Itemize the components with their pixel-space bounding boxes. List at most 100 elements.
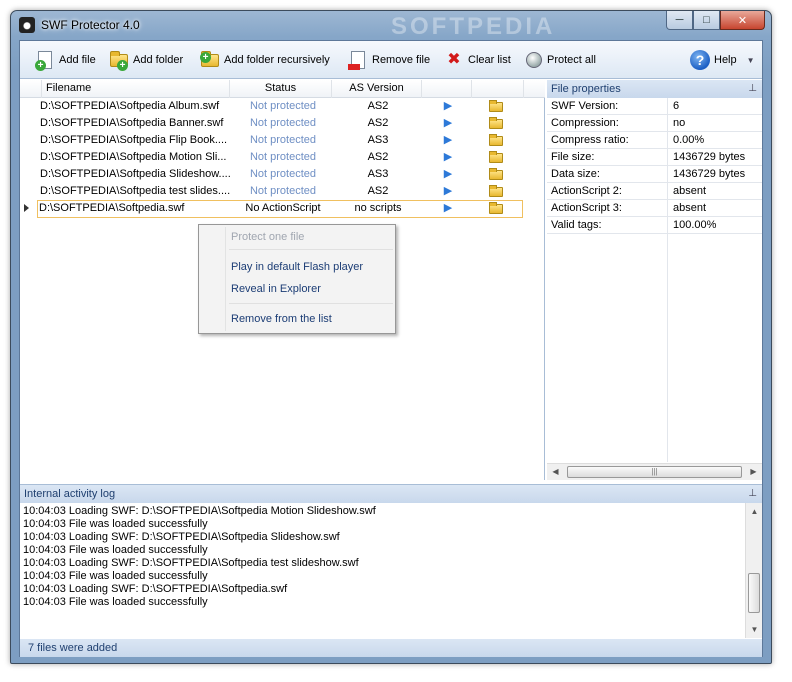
- play-icon[interactable]: ▶: [433, 166, 463, 183]
- row-as-version: AS3: [367, 134, 389, 146]
- row-status: Not protected: [249, 117, 317, 129]
- table-row-selected[interactable]: D:\SOFTPEDIA\Softpedia.swf No ActionScri…: [20, 200, 545, 217]
- log-line: 10:04:03 Loading SWF: D:\SOFTPEDIA\Softp…: [23, 531, 340, 543]
- row-as-version: AS2: [367, 151, 389, 163]
- play-icon[interactable]: ▶: [433, 115, 463, 132]
- table-row[interactable]: D:\SOFTPEDIA\Softpedia Flip Book.... Not…: [20, 132, 545, 149]
- row-status: Not protected: [249, 134, 317, 146]
- column-divider: [667, 234, 668, 462]
- row-as-version: no scripts: [354, 202, 402, 214]
- menu-separator: [229, 249, 393, 250]
- column-header-open[interactable]: [472, 80, 524, 98]
- remove-file-icon: [348, 49, 368, 71]
- property-value: absent: [673, 185, 707, 197]
- column-header-as-version[interactable]: AS Version: [332, 80, 422, 98]
- property-key: Data size:: [551, 168, 600, 180]
- protect-all-button[interactable]: Protect all: [523, 48, 596, 72]
- title-bar[interactable]: SWF Protector 4.0 SOFTPEDIA ─ □ ✕: [11, 11, 771, 40]
- play-icon[interactable]: ▶: [433, 98, 463, 115]
- menu-item-remove-from-list[interactable]: Remove from the list: [231, 309, 332, 329]
- log-vertical-scrollbar[interactable]: ▲ ▼: [745, 503, 762, 638]
- row-as-version: AS2: [367, 117, 389, 129]
- scroll-thumb[interactable]: |||: [567, 466, 742, 478]
- scroll-down-icon[interactable]: ▼: [746, 621, 763, 638]
- remove-file-button[interactable]: Remove file: [348, 48, 430, 72]
- add-folder-button[interactable]: + Add folder: [109, 48, 183, 72]
- table-row[interactable]: D:\SOFTPEDIA\Softpedia Motion Sli... Not…: [20, 149, 545, 166]
- header-spacer: [20, 80, 42, 98]
- property-key: Valid tags:: [551, 219, 602, 231]
- table-row[interactable]: D:\SOFTPEDIA\Softpedia test slides.... N…: [20, 183, 545, 200]
- property-key: Compression:: [551, 117, 619, 129]
- clear-list-button[interactable]: ✖ Clear list: [444, 48, 511, 72]
- properties-horizontal-scrollbar[interactable]: ◀ ||| ▶: [547, 463, 762, 480]
- add-file-button[interactable]: + Add file: [35, 48, 96, 72]
- log-line: 10:04:03 File was loaded successfully: [23, 544, 208, 556]
- close-button[interactable]: ✕: [720, 11, 765, 30]
- activity-log-caption: Internal activity log ⊥: [20, 485, 762, 503]
- log-line: 10:04:03 Loading SWF: D:\SOFTPEDIA\Softp…: [23, 505, 376, 517]
- folder-icon[interactable]: [482, 132, 512, 149]
- folder-icon[interactable]: [482, 115, 512, 132]
- column-header-filename[interactable]: Filename: [42, 80, 230, 98]
- pin-icon[interactable]: ⊥: [748, 80, 757, 98]
- table-row[interactable]: D:\SOFTPEDIA\Softpedia Album.swf Not pro…: [20, 98, 545, 115]
- lock-icon: [523, 49, 543, 71]
- scroll-up-icon[interactable]: ▲: [746, 503, 763, 520]
- property-value: 6: [673, 100, 680, 112]
- row-filename: D:\SOFTPEDIA\Softpedia Flip Book....: [40, 134, 228, 146]
- menu-separator: [229, 303, 393, 304]
- file-properties-caption: File properties ⊥: [547, 80, 762, 98]
- menu-item-reveal-explorer[interactable]: Reveal in Explorer: [231, 279, 321, 299]
- remove-file-label: Remove file: [372, 54, 431, 66]
- play-icon[interactable]: ▶: [433, 183, 463, 200]
- table-row[interactable]: D:\SOFTPEDIA\Softpedia Banner.swf Not pr…: [20, 115, 545, 132]
- app-icon[interactable]: [19, 17, 35, 33]
- play-icon[interactable]: ▶: [433, 132, 463, 149]
- folder-icon[interactable]: [482, 200, 512, 217]
- table-row[interactable]: D:\SOFTPEDIA\Softpedia Slideshow.... Not…: [20, 166, 545, 183]
- folder-icon[interactable]: [482, 183, 512, 200]
- add-folder-recursively-button[interactable]: + Add folder recursively: [200, 48, 330, 72]
- menu-item-protect-one-file[interactable]: Protect one file: [231, 227, 304, 247]
- row-marker-icon: [24, 204, 29, 212]
- property-row: Valid tags: 100.00%: [547, 217, 762, 234]
- help-icon: ?: [690, 49, 710, 71]
- property-row: Data size: 1436729 bytes: [547, 166, 762, 183]
- list-header: Filename Status AS Version: [20, 80, 545, 98]
- toolbar: + Add file + Add folder + Add folder rec…: [20, 41, 762, 79]
- column-header-play[interactable]: [422, 80, 472, 98]
- help-button[interactable]: ? Help ▼: [690, 48, 755, 72]
- add-folder-recursively-label: Add folder recursively: [224, 54, 330, 66]
- file-properties-panel: File properties ⊥ SWF Version: 6 Compres…: [547, 80, 762, 480]
- menu-gutter: [225, 227, 226, 331]
- chevron-down-icon[interactable]: ▼: [747, 56, 755, 65]
- row-status: Not protected: [249, 100, 317, 112]
- menu-item-play-flash[interactable]: Play in default Flash player: [231, 257, 363, 277]
- property-row: Compression: no: [547, 115, 762, 132]
- property-key: ActionScript 2:: [551, 185, 622, 197]
- log-lines[interactable]: 10:04:03 Loading SWF: D:\SOFTPEDIA\Softp…: [23, 505, 743, 609]
- add-file-icon: +: [35, 49, 55, 71]
- column-header-status[interactable]: Status: [230, 80, 332, 98]
- row-status: Not protected: [249, 168, 317, 180]
- scroll-thumb[interactable]: [748, 573, 760, 613]
- folder-icon[interactable]: [482, 149, 512, 166]
- folder-icon[interactable]: [482, 98, 512, 115]
- play-icon[interactable]: ▶: [433, 200, 463, 217]
- play-icon[interactable]: ▶: [433, 149, 463, 166]
- pin-icon[interactable]: ⊥: [748, 485, 757, 503]
- add-folder-label: Add folder: [133, 54, 184, 66]
- activity-log-panel: Internal activity log ⊥ 10:04:03 Loading…: [20, 484, 762, 638]
- folder-icon[interactable]: [482, 166, 512, 183]
- row-filename: D:\SOFTPEDIA\Softpedia Banner.swf: [40, 117, 224, 129]
- property-key: ActionScript 3:: [551, 202, 622, 214]
- scroll-right-icon[interactable]: ▶: [745, 464, 762, 480]
- property-key: SWF Version:: [551, 100, 619, 112]
- row-status: Not protected: [249, 185, 317, 197]
- scroll-left-icon[interactable]: ◀: [547, 464, 564, 480]
- property-value: 1436729 bytes: [673, 151, 746, 163]
- minimize-button[interactable]: ─: [666, 11, 693, 30]
- property-row: ActionScript 2: absent: [547, 183, 762, 200]
- maximize-button[interactable]: □: [693, 11, 720, 30]
